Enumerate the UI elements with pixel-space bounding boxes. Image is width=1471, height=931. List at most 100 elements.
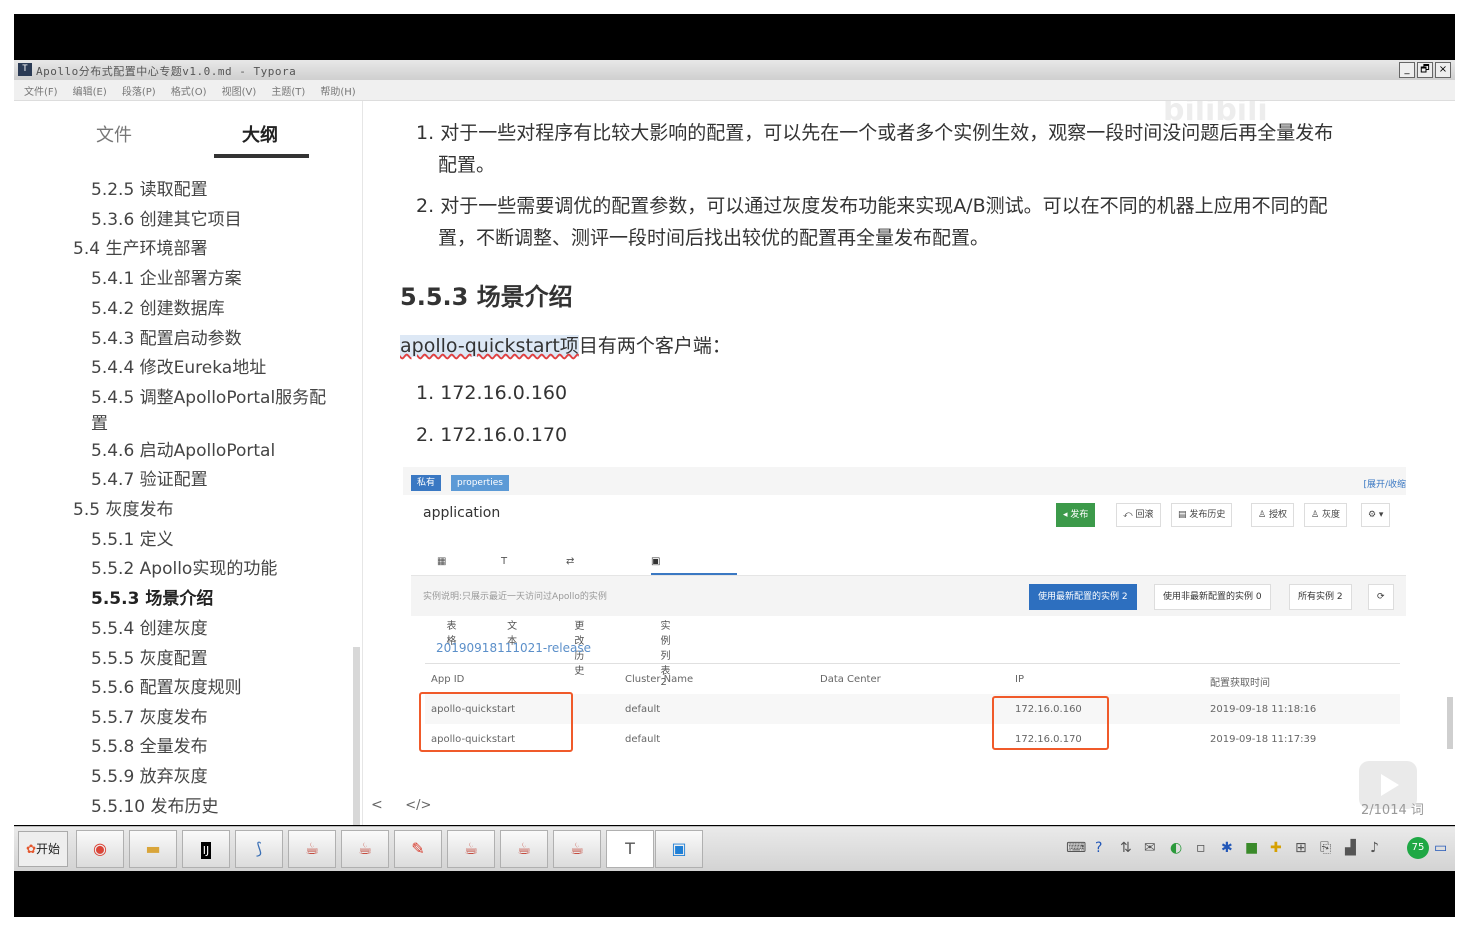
start-button[interactable]: ✿开始 [18,831,68,867]
java-icon[interactable]: ☕ [500,830,548,868]
outline-item[interactable]: 5.5.7 灰度发布 [91,705,331,731]
clipboard-icon[interactable]: ⎘ [1320,840,1331,856]
java-icon[interactable]: ☕ [447,830,495,868]
typora-icon[interactable]: T [606,830,654,868]
outline-item[interactable]: 5.5.2 Apollo实现的功能 [91,556,331,582]
outline-item[interactable]: 5.4.1 企业部署方案 [91,266,331,292]
section-heading: 5.5.3 场景介绍 [400,283,573,311]
outline-item[interactable]: 5.2.5 读取配置 [91,177,331,203]
client-ip: 172.16.0.170 [440,424,568,446]
refresh-button[interactable]: ⟳ [1368,584,1394,610]
tab-table[interactable]: ▦ 表格 [437,556,456,647]
filter-all[interactable]: 所有实例 2 [1289,584,1352,610]
tray-counter-badge[interactable]: 75 [1407,837,1429,859]
app-tray-icon[interactable]: ✚ [1270,840,1282,856]
outline-item[interactable]: 5.3.6 创建其它项目 [91,207,331,233]
outline-item[interactable]: 5.4.7 验证配置 [91,467,331,493]
outline-item[interactable]: 5.5.6 配置灰度规则 [91,675,331,701]
column-header: 配置获取时间 [1210,678,1270,689]
history-button[interactable]: ▤ 发布历史 [1171,503,1233,527]
outline-item[interactable]: 5.5.9 放弃灰度 [91,764,331,790]
nvidia-icon[interactable]: ■ [1245,840,1258,856]
tab-text[interactable]: T 文本 [501,556,517,647]
gray-button[interactable]: ♙ 灰度 [1304,503,1347,527]
help-icon[interactable]: ? [1095,840,1102,856]
menu-help[interactable]: 帮助(H) [320,83,355,103]
outline-item[interactable]: 5.5.10 发布历史 [91,794,331,820]
java-icon[interactable]: ☕ [341,830,389,868]
tab-files[interactable]: 文件 [96,121,132,147]
menu-file[interactable]: 文件(F) [24,83,58,103]
app-icon[interactable]: ⟆ [235,830,283,868]
outline-item[interactable]: 5.5.1 定义 [91,527,331,553]
window-title: Apollo分布式配置中心专题v1.0.md - Typora [36,65,297,78]
filter-non-latest[interactable]: 使用非最新配置的实例 0 [1154,584,1271,610]
outline-item[interactable]: 5.4.4 修改Eureka地址 [91,355,331,381]
publish-button[interactable]: ◂ 发布 [1056,503,1096,527]
expand-collapse-link[interactable]: [展开/收缩 [1363,477,1406,490]
minimize-button[interactable]: _ [1399,62,1415,78]
outline-item[interactable]: 5.4.3 配置启动参数 [91,326,331,352]
taskbar: ✿开始 ◉ ▬ IJ ⟆ ☕ ☕ ✎ ☕ ☕ ☕ T ▣ ⌨ ? ⇅ ✉ ◐ ▫… [14,826,1455,871]
network-icon[interactable]: ⇅ [1120,840,1132,856]
menu-view[interactable]: 视图(V) [222,83,257,103]
window-controls: _ 🗗 × [1399,62,1451,78]
private-badge: 私有 [411,475,442,491]
namespace-panel: application ◂ 发布 ⤺ 回滚 ▤ 发布历史 ♙ 授权 ♙ 灰度 ⚙… [411,495,1406,761]
signal-icon[interactable]: ▟ [1345,840,1356,856]
intro-rest: 目有两个客户端： [578,335,731,357]
editor-content[interactable]: bilibili 1. 对于一些对程序有比较大影响的配置，可以先在一个或者多个实… [363,101,1455,825]
outline-item[interactable]: 5.4 生产环境部署 [73,236,313,262]
tool-icon[interactable]: ✎ [394,830,442,868]
filter-latest[interactable]: 使用最新配置的实例 2 [1029,584,1137,610]
auth-label: 授权 [1268,510,1287,520]
app-tray-icon[interactable]: ◐ [1170,840,1182,856]
source-mode-button[interactable]: </> [405,798,431,813]
outline-item[interactable]: 5.4.6 启动ApolloPortal [91,438,331,464]
bluetooth-icon[interactable]: ✱ [1221,840,1233,856]
menu-paragraph[interactable]: 段落(P) [122,83,156,103]
display-icon[interactable]: ▭ [1434,840,1447,856]
java-icon[interactable]: ☕ [288,830,336,868]
tab-outline[interactable]: 大纲 [242,121,278,147]
auth-button[interactable]: ♙ 授权 [1251,503,1294,527]
chrome-icon[interactable]: ◉ [76,830,124,868]
word-count[interactable]: 2/1014 词 [1361,799,1424,818]
intellij-icon[interactable]: IJ [182,830,230,868]
tab-instances[interactable]: ▣ 实例列表 2 [651,556,670,688]
outline-item[interactable]: 5.4.2 创建数据库 [91,296,331,322]
outline-item[interactable]: 5.5 灰度发布 [73,497,313,523]
list-number: 2. [416,424,435,446]
java-icon[interactable]: ☕ [553,830,601,868]
menu-format[interactable]: 格式(O) [171,83,207,103]
toggle-sidebar-button[interactable]: < [371,797,383,813]
content-scrollbar[interactable] [1447,697,1453,749]
tab-change-history[interactable]: ⇄ 更改历史 [566,556,584,677]
outline-item[interactable]: 5.5.4 创建灰度 [91,616,331,642]
restore-button[interactable]: 🗗 [1417,62,1433,78]
menu-edit[interactable]: 编辑(E) [73,83,107,103]
typora-app-icon: T [18,63,32,76]
column-header: Data Center [820,674,881,685]
app-tray-icon[interactable]: ▫ [1196,840,1206,856]
close-button[interactable]: × [1435,62,1451,78]
outline-item[interactable]: 5.5.8 全量发布 [91,734,331,760]
app-tray-icon[interactable]: ⊞ [1295,840,1307,856]
cell-time: 2019-09-18 11:17:39 [1210,734,1317,745]
settings-dropdown[interactable]: ⚙ ▾ [1361,503,1391,527]
selected-text[interactable]: apollo-quickstart项 [400,335,579,357]
outline-item[interactable]: 5.5.5 灰度配置 [91,646,331,672]
vm-icon[interactable]: ▣ [655,830,703,868]
chat-icon[interactable]: ✉ [1144,840,1156,856]
volume-icon[interactable]: ♪ [1370,840,1379,856]
rollback-button[interactable]: ⤺ 回滚 [1116,503,1161,527]
sidebar-scrollbar[interactable] [353,647,360,825]
client-item-1: 1. 172.16.0.160 [416,377,567,409]
menu-theme[interactable]: 主题(T) [271,83,305,103]
cell-cluster: default [625,734,661,745]
explorer-icon[interactable]: ▬ [129,830,177,868]
list-item-2: 2. 对于一些需要调优的配置参数，可以通过灰度发布功能来实现A/B测试。可以在不… [416,190,1416,222]
outline-item-active[interactable]: 5.5.3 场景介绍 [91,586,331,612]
outline-item[interactable]: 5.4.5 调整ApolloPortal服务配置 [91,385,331,437]
keyboard-icon[interactable]: ⌨ [1066,840,1086,856]
